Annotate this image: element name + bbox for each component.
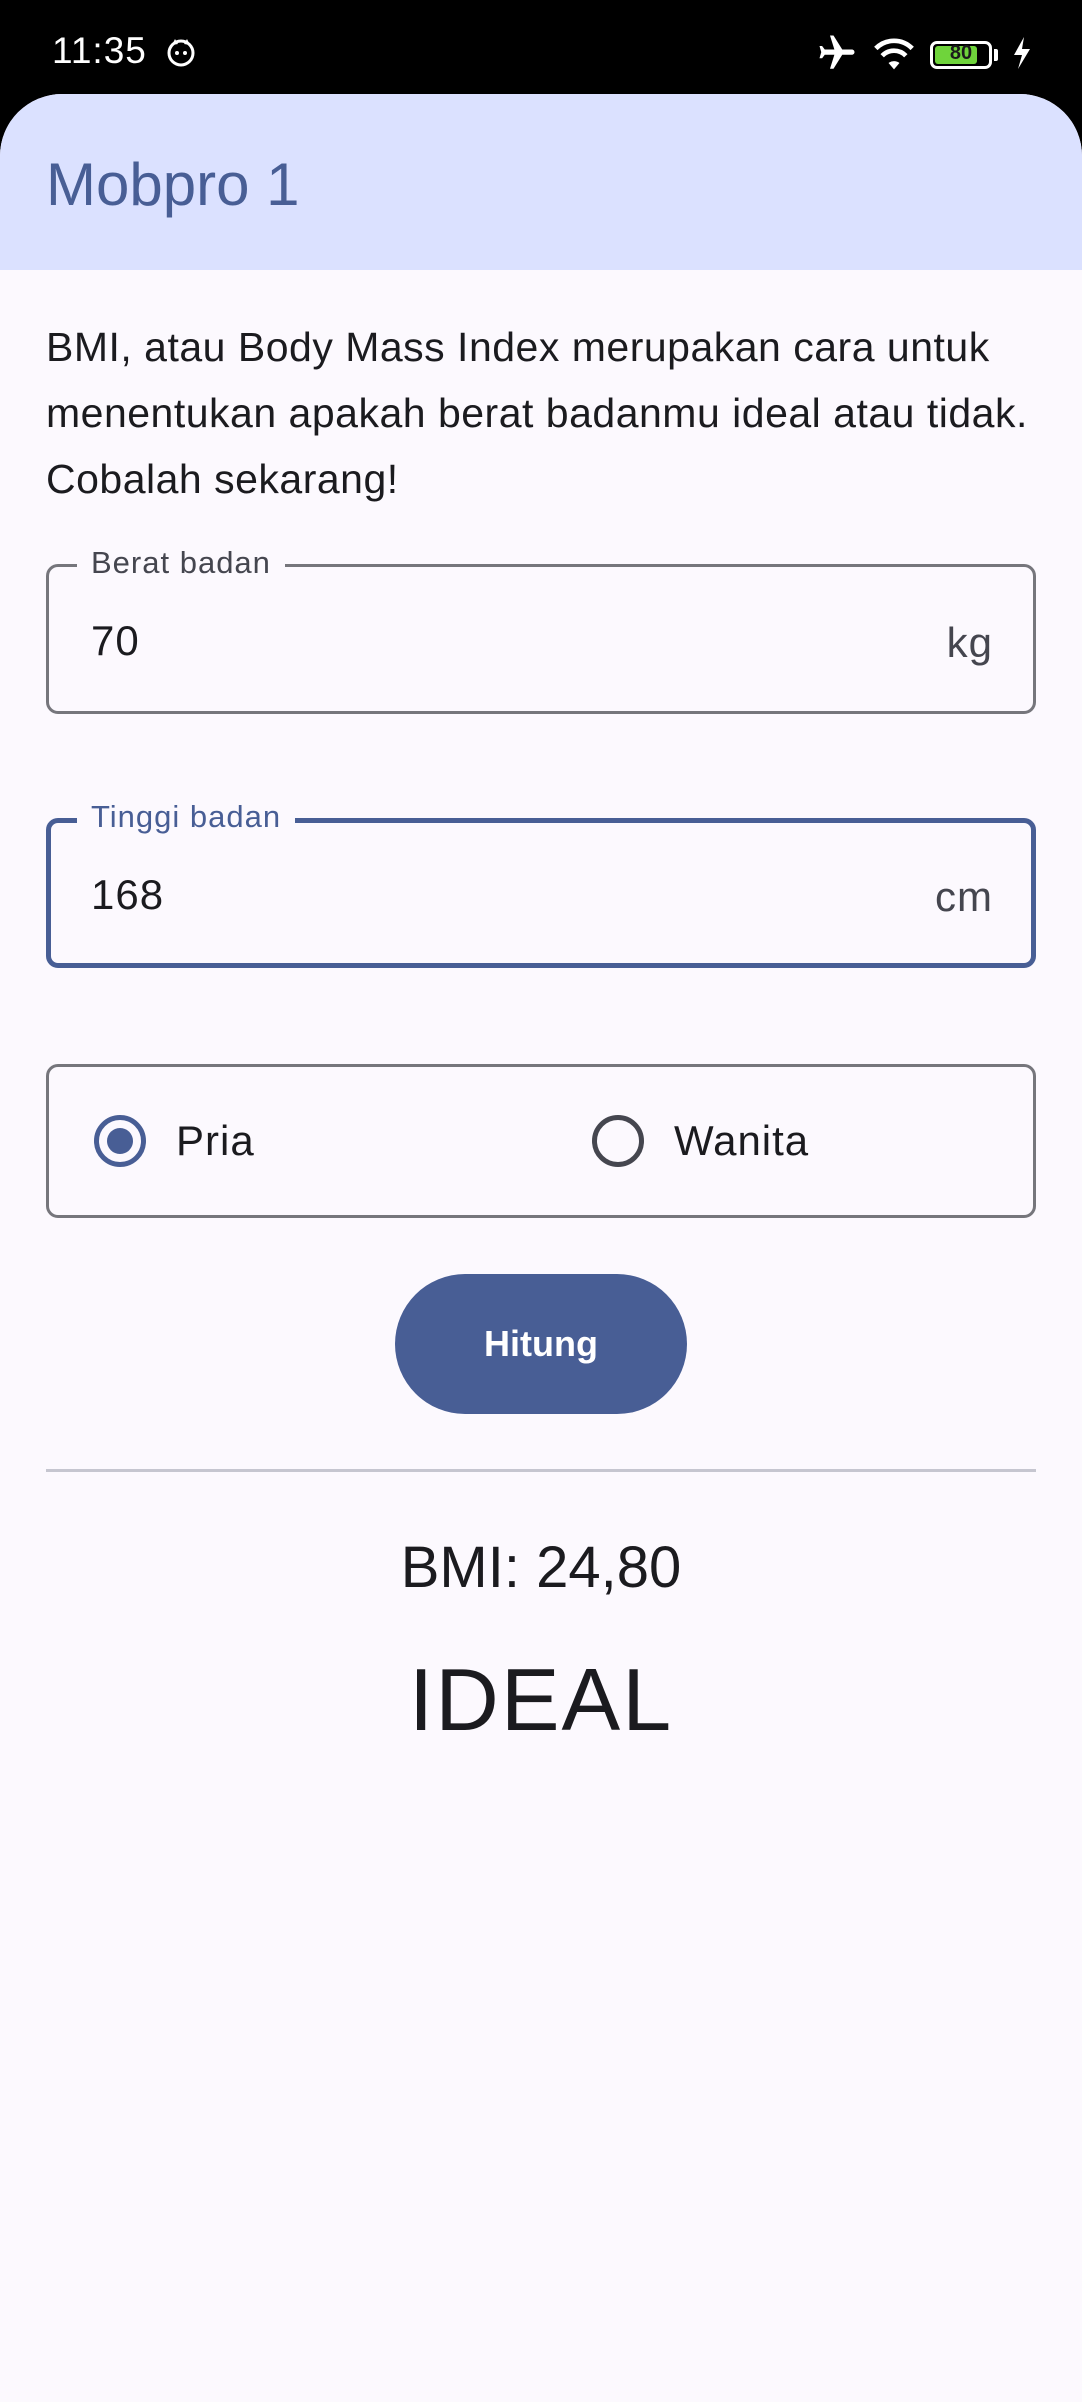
radio-selected-dot <box>107 1128 133 1154</box>
weight-field-label: Berat badan <box>77 545 285 581</box>
bmi-category: IDEAL <box>408 1650 674 1749</box>
bmi-result: BMI: 24,80 <box>400 1535 682 1600</box>
recents-square-icon[interactable] <box>265 2394 345 2402</box>
wifi-icon <box>872 33 916 78</box>
divider <box>46 1469 1036 1472</box>
radio-option-wanita[interactable]: Wanita <box>592 1067 809 1215</box>
height-field[interactable]: Tinggi badan 168 cm <box>46 799 1036 968</box>
battery-icon: 80 <box>930 41 992 69</box>
battery-tip <box>994 49 998 61</box>
airplane-mode-icon <box>816 32 858 79</box>
height-field-label: Tinggi badan <box>77 799 296 835</box>
weight-field-value[interactable]: 70 <box>91 617 140 665</box>
status-bar: 11:35 80 <box>0 0 1082 100</box>
home-circle-icon[interactable] <box>500 2394 580 2402</box>
app-window: Mobpro 1 BMI, atau Body Mass Index merup… <box>0 94 1082 2402</box>
cat-notification-icon <box>166 37 196 67</box>
weight-field[interactable]: Berat badan 70 kg <box>46 545 1036 714</box>
radio-label-wanita: Wanita <box>674 1117 810 1164</box>
back-triangle-icon[interactable] <box>735 2394 815 2402</box>
gender-radio-group: Pria Wanita <box>46 1064 1036 1218</box>
radio-button-wanita[interactable] <box>592 1115 644 1167</box>
weight-field-suffix: kg <box>946 619 993 666</box>
height-field-suffix: cm <box>935 873 993 920</box>
status-icons: 80 <box>816 30 1032 80</box>
charging-bolt-icon <box>1012 36 1032 74</box>
app-title: Mobpro 1 <box>46 151 300 218</box>
height-field-value[interactable]: 168 <box>91 871 164 919</box>
intro-text: BMI, atau Body Mass Index merupakan cara… <box>46 324 1028 502</box>
navigation-bar <box>0 2364 1082 2402</box>
top-app-bar: Mobpro 1 <box>0 94 1082 270</box>
radio-label-pria: Pria <box>176 1117 255 1164</box>
status-time: 11:35 <box>52 30 147 71</box>
battery-level: 80 <box>949 42 973 64</box>
radio-button-pria[interactable] <box>94 1115 146 1167</box>
radio-option-pria[interactable]: Pria <box>94 1067 255 1215</box>
hitung-button[interactable]: Hitung <box>395 1274 687 1414</box>
